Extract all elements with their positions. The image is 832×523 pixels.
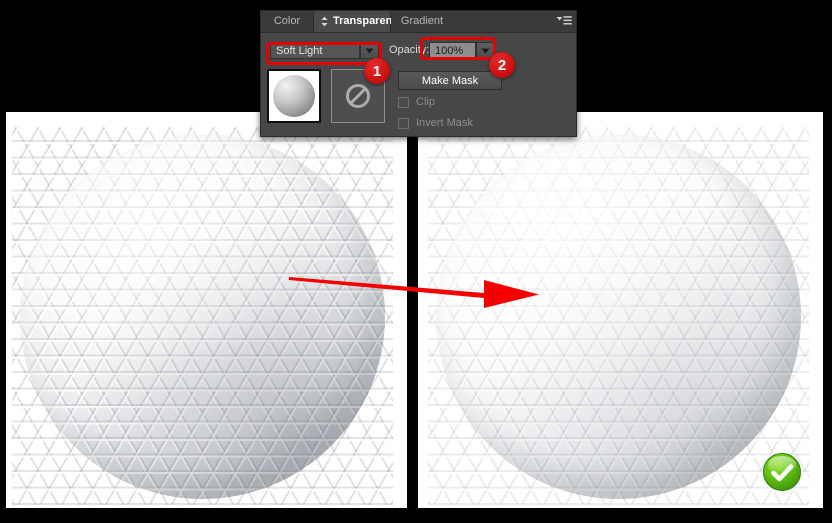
tab-gradient[interactable]: Gradient <box>391 11 453 32</box>
invert-mask-label: Invert Mask <box>416 117 473 129</box>
object-thumbnail[interactable] <box>267 69 321 123</box>
make-mask-button[interactable]: Make Mask <box>398 71 502 90</box>
highlight-blend-mode <box>266 42 382 65</box>
golf-ball-after <box>428 126 809 507</box>
sphere-thumbnail-icon <box>273 75 315 117</box>
clip-checkbox-row[interactable]: Clip <box>398 96 435 108</box>
clip-label: Clip <box>416 96 435 108</box>
golf-ball-before <box>12 126 393 507</box>
screenshot-stage: Color Transparency Gradient Soft Light O… <box>0 0 832 523</box>
invert-mask-checkbox-row[interactable]: Invert Mask <box>398 117 473 129</box>
highlight-opacity-field <box>420 37 496 60</box>
callout-badge-2: 2 <box>489 52 515 78</box>
transparency-panel: Color Transparency Gradient Soft Light O… <box>260 10 577 137</box>
ball-rim-shadow <box>20 134 385 499</box>
clip-checkbox[interactable] <box>398 96 409 108</box>
panel-menu-icon[interactable] <box>556 15 572 28</box>
no-mask-icon <box>346 84 370 108</box>
tab-transparency[interactable]: Transparency <box>313 11 405 32</box>
green-check-badge <box>763 453 801 491</box>
ball-rim-shadow <box>436 134 801 499</box>
callout-badge-1: 1 <box>364 58 390 84</box>
red-right-arrow-icon <box>289 277 539 308</box>
panel-tab-bar: Color Transparency Gradient <box>261 11 576 33</box>
tab-color[interactable]: Color <box>261 11 313 32</box>
double-arrow-icon <box>321 16 328 27</box>
invert-mask-checkbox[interactable] <box>398 117 409 129</box>
